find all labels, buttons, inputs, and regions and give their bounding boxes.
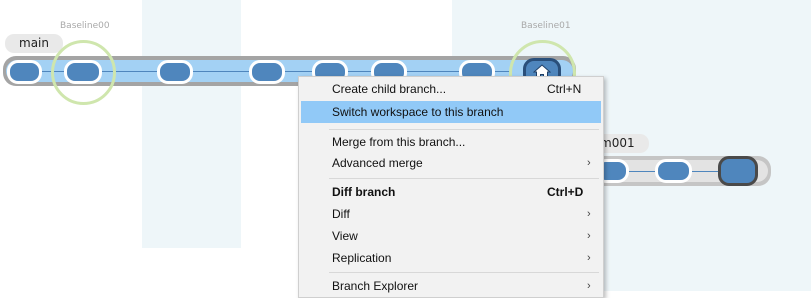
menu-item-advanced-merge[interactable]: Advanced merge ›	[301, 152, 601, 174]
baseline-label: Baseline00	[60, 21, 110, 31]
menu-item-switch-workspace[interactable]: Switch workspace to this branch	[301, 101, 601, 123]
menu-item-branch-explorer[interactable]: Branch Explorer ›	[301, 275, 601, 297]
changeset[interactable]	[655, 159, 692, 183]
branch-label-main[interactable]: main	[5, 34, 63, 53]
baseline-band	[142, 0, 241, 248]
menu-item-diff-branch[interactable]: Diff branch Ctrl+D	[301, 181, 601, 203]
menu-item-label: Diff branch	[332, 185, 396, 199]
changeset[interactable]	[249, 60, 285, 84]
changeset[interactable]	[157, 60, 193, 84]
chevron-right-icon: ›	[587, 280, 591, 292]
menu-item-shortcut: Ctrl+N	[547, 82, 582, 96]
menu-item-replication[interactable]: Replication ›	[301, 247, 601, 269]
menu-item-label: Advanced merge	[332, 156, 423, 170]
menu-item-merge-from-branch[interactable]: Merge from this branch...	[301, 131, 601, 153]
changeset[interactable]	[7, 60, 42, 84]
menu-item-label: Branch Explorer	[332, 279, 419, 293]
changeset[interactable]	[64, 60, 102, 84]
chevron-right-icon: ›	[587, 208, 591, 220]
menu-item-diff[interactable]: Diff ›	[301, 203, 601, 225]
chevron-right-icon: ›	[587, 157, 591, 169]
menu-separator	[329, 178, 599, 179]
menu-item-label: View	[332, 229, 358, 243]
menu-item-label: Diff	[332, 207, 350, 221]
menu-separator	[329, 272, 599, 273]
changeset-head[interactable]	[718, 156, 758, 186]
menu-item-shortcut: Ctrl+D	[547, 185, 584, 199]
chevron-right-icon: ›	[587, 230, 591, 242]
menu-item-label: Merge from this branch...	[332, 135, 466, 149]
menu-item-create-child-branch[interactable]: Create child branch... Ctrl+N	[301, 78, 601, 100]
context-menu: Create child branch... Ctrl+N Switch wor…	[298, 76, 604, 298]
menu-item-label: Create child branch...	[332, 82, 447, 96]
menu-item-label: Switch workspace to this branch	[332, 105, 504, 119]
menu-item-view[interactable]: View ›	[301, 225, 601, 247]
menu-item-label: Replication	[332, 251, 392, 265]
baseline-label: Baseline01	[521, 21, 571, 31]
chevron-right-icon: ›	[587, 252, 591, 264]
menu-separator	[329, 129, 599, 130]
